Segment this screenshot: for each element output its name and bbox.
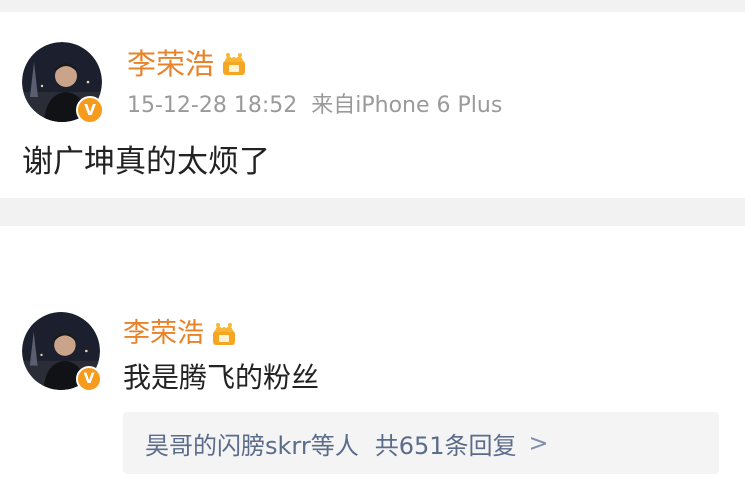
comment-avatar[interactable]: V <box>22 312 102 392</box>
post-timestamp: 15-12-28 18:52 <box>127 93 298 118</box>
post-meta: 15-12-28 18:52 来自iPhone 6 Plus <box>127 92 502 120</box>
chevron-right-icon: > <box>528 429 549 457</box>
replies-link[interactable]: 昊哥的闪膀skrr等人 共651条回复 > <box>123 412 719 474</box>
comment-username-row[interactable]: 李荣浩 <box>123 316 238 352</box>
comment-username[interactable]: 李荣浩 <box>123 316 204 352</box>
replies-count: 共651条回复 <box>374 431 517 460</box>
comment-text: 我是腾飞的粉丝 <box>123 361 320 394</box>
post-username[interactable]: 李荣浩 <box>127 46 214 82</box>
comment-card: V 李荣浩 我是腾飞的粉丝 昊哥的闪膀skrr等人 共651条回复 > <box>0 226 745 485</box>
post-card: V 李荣浩 15-12-28 18:52 来自iPhone 6 Plus 谢广坤真… <box>0 12 745 198</box>
crown-icon <box>223 53 246 75</box>
verified-badge-icon: V <box>76 366 102 392</box>
verified-badge-icon: V <box>76 96 104 124</box>
post-username-row[interactable]: 李荣浩 <box>127 46 248 82</box>
crown-icon <box>213 323 235 345</box>
weibo-screen: V 李荣浩 15-12-28 18:52 来自iPhone 6 Plus 谢广坤真… <box>0 0 745 485</box>
post-avatar[interactable]: V <box>22 42 104 124</box>
post-source: 来自iPhone 6 Plus <box>311 93 503 118</box>
replies-from: 昊哥的闪膀skrr等人 <box>145 431 359 460</box>
post-text: 谢广坤真的太烦了 <box>22 144 270 180</box>
